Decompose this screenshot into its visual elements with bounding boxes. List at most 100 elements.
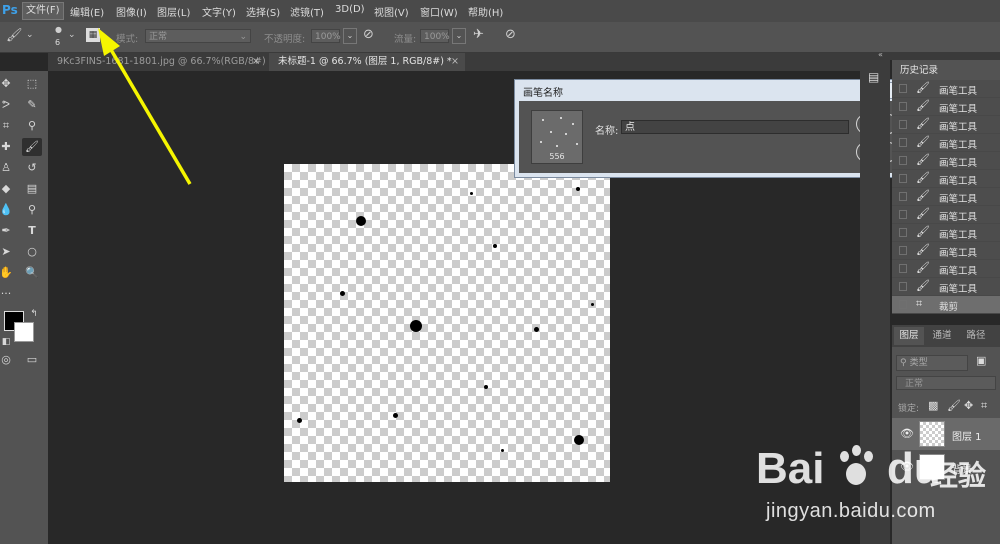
history-item[interactable]: 🖌 画笔工具: [892, 260, 1000, 278]
lock-pixels-icon[interactable]: 🖌: [947, 399, 961, 412]
history-item[interactable]: 🖌 画笔工具: [892, 80, 1000, 98]
brush-dot: [393, 413, 398, 418]
tab-document-2[interactable]: 未标题-1 @ 66.7% (图层 1, RGB/8#) * ×: [269, 53, 465, 71]
panel-collapse-bar[interactable]: «: [860, 50, 1000, 60]
menu-select[interactable]: 选择(S): [246, 4, 280, 19]
watermark-jingyan: 经验: [930, 459, 987, 492]
hand-tool-icon[interactable]: ✋: [0, 264, 16, 282]
brush-dot: [574, 435, 584, 445]
blend-mode-select[interactable]: 正常: [896, 376, 996, 390]
gradient-tool-icon[interactable]: ▤: [22, 180, 42, 198]
tab-layers[interactable]: 图层: [894, 327, 924, 345]
menu-3d[interactable]: 3D(D): [335, 4, 365, 15]
brush-picker-chevron-icon[interactable]: ⌄: [68, 30, 76, 40]
crop-tool-icon[interactable]: ⌗: [0, 117, 16, 135]
swap-colors-icon[interactable]: ↰: [24, 305, 44, 323]
quick-mask-icon[interactable]: ◎: [0, 351, 16, 369]
lock-transparency-icon[interactable]: ▩: [928, 399, 938, 412]
menu-type[interactable]: 文字(Y): [202, 4, 236, 19]
airbrush-icon[interactable]: ✈: [473, 27, 484, 42]
eraser-tool-icon[interactable]: ◆: [0, 180, 16, 198]
opacity-input[interactable]: 100%: [311, 29, 341, 43]
brush-icon: 🖌: [916, 189, 930, 202]
menu-layer[interactable]: 图层(L): [157, 4, 190, 19]
brush-tool-icon[interactable]: 🖌: [22, 138, 42, 156]
document-canvas[interactable]: [284, 164, 610, 482]
default-colors-icon[interactable]: ◧: [0, 333, 16, 351]
menu-filter[interactable]: 滤镜(T): [290, 4, 324, 19]
brush-size-value[interactable]: 6: [55, 38, 60, 47]
layers-tabbar: 图层 通道 路径: [892, 325, 1000, 347]
lock-position-icon[interactable]: ✥: [964, 399, 973, 412]
close-icon[interactable]: ×: [451, 53, 459, 71]
brush-dot: [340, 291, 345, 296]
tab-channels[interactable]: 通道: [926, 327, 958, 345]
type-tool-icon[interactable]: T: [22, 222, 42, 240]
history-item[interactable]: 🖌 画笔工具: [892, 170, 1000, 188]
menu-help[interactable]: 帮助(H): [468, 4, 503, 19]
brush-dot: [484, 385, 488, 389]
stamp-tool-icon[interactable]: ♙: [0, 159, 16, 177]
history-item[interactable]: 🖌 画笔工具: [892, 278, 1000, 296]
history-item[interactable]: 🖌 画笔工具: [892, 116, 1000, 134]
quick-select-tool-icon[interactable]: ✎: [22, 96, 42, 114]
move-tool-icon[interactable]: ✥: [0, 75, 16, 93]
brush-icon: 🖌: [916, 99, 930, 112]
menu-view[interactable]: 视图(V): [374, 4, 409, 19]
zoom-tool-icon[interactable]: 🔍: [22, 264, 42, 282]
brush-dot: [356, 216, 366, 226]
tab-paths[interactable]: 路径: [960, 327, 992, 345]
history-item[interactable]: 🖌 画笔工具: [892, 98, 1000, 116]
brush-dot: [493, 244, 497, 248]
history-item[interactable]: 🖌 画笔工具: [892, 206, 1000, 224]
flow-dropdown-icon[interactable]: ⌄: [452, 28, 466, 44]
history-list: 🖌 画笔工具 🖌 画笔工具 🖌 画笔工具 🖌 画笔工具 🖌 画笔工具 🖌 画笔工具 🖌 画笔工…: [892, 80, 1000, 314]
image-filter-icon[interactable]: ▣: [976, 354, 986, 367]
marquee-tool-icon[interactable]: ⬚: [22, 75, 42, 93]
flow-label: 流量:: [394, 34, 417, 45]
more-tools-icon[interactable]: ···: [0, 285, 16, 303]
pen-tool-icon[interactable]: ✒: [0, 222, 16, 240]
paw-icon: [837, 445, 875, 487]
pressure-opacity-icon[interactable]: ⊘: [363, 27, 374, 42]
watermark-url: jingyan.baidu.com: [766, 500, 936, 522]
brush-tool-icon[interactable]: 🖌: [6, 28, 23, 43]
history-item[interactable]: 🖌 画笔工具: [892, 152, 1000, 170]
brush-preview-dot-icon: ●: [55, 25, 62, 34]
menu-image[interactable]: 图像(I): [116, 4, 147, 19]
menu-window[interactable]: 窗口(W): [420, 4, 458, 19]
history-item-current[interactable]: ⌗ 裁剪: [892, 296, 1000, 314]
brush-dot: [470, 192, 473, 195]
ellipse-tool-icon[interactable]: ○: [22, 243, 42, 261]
lock-artboard-icon[interactable]: ⌗: [981, 399, 987, 413]
layer-filter-select[interactable]: ⚲ 类型: [896, 355, 968, 371]
history-item[interactable]: 🖌 画笔工具: [892, 224, 1000, 242]
history-item[interactable]: 🖌 画笔工具: [892, 242, 1000, 260]
blur-tool-icon[interactable]: 💧: [0, 201, 16, 219]
screen-mode-icon[interactable]: ▭: [22, 351, 42, 369]
dialog-titlebar[interactable]: 画笔名称 ✕: [515, 80, 914, 100]
chevron-down-icon[interactable]: ⌄: [26, 30, 34, 40]
menu-edit[interactable]: 编辑(E): [70, 4, 104, 19]
path-select-tool-icon[interactable]: ➤: [0, 243, 16, 261]
brush-preview: 556: [531, 110, 583, 164]
background-color-swatch[interactable]: [14, 322, 34, 342]
lasso-tool-icon[interactable]: ᕗ: [0, 96, 16, 114]
dodge-tool-icon[interactable]: ⚲: [22, 201, 42, 219]
brush-name-input[interactable]: 点: [621, 120, 849, 134]
brush-name-dialog: 画笔名称 ✕ 556 名称: 点 确定 取消: [514, 79, 915, 178]
eyedropper-tool-icon[interactable]: ⚲: [22, 117, 42, 135]
history-panel-icon[interactable]: ▤: [868, 70, 879, 84]
flow-input[interactable]: 100%: [420, 29, 450, 43]
menu-file[interactable]: 文件(F): [22, 2, 64, 20]
collapse-icon[interactable]: «: [878, 50, 883, 59]
history-item[interactable]: 🖌 画笔工具: [892, 188, 1000, 206]
opacity-dropdown-icon[interactable]: ⌄: [343, 28, 357, 44]
pressure-size-icon[interactable]: ⊘: [505, 27, 516, 42]
history-item[interactable]: 🖌 画笔工具: [892, 134, 1000, 152]
healing-brush-tool-icon[interactable]: ✚: [0, 138, 16, 156]
tab-history[interactable]: 历史记录: [892, 62, 946, 80]
brush-icon: 🖌: [916, 279, 930, 292]
close-icon[interactable]: ×: [252, 53, 260, 71]
history-brush-tool-icon[interactable]: ↺: [22, 159, 42, 177]
